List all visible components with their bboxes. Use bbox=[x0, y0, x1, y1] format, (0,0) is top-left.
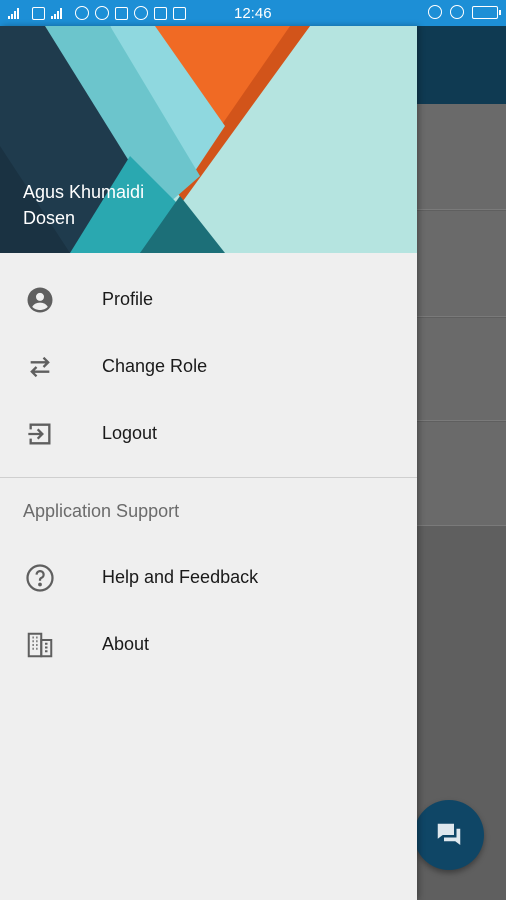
status-bar: 12:46 bbox=[0, 0, 506, 26]
menu-item-label: Help and Feedback bbox=[102, 567, 259, 587]
swap-arrows-icon bbox=[24, 351, 56, 383]
menu-item-help-feedback[interactable]: Help and Feedback bbox=[0, 544, 417, 611]
logout-icon bbox=[24, 418, 56, 450]
menu-item-label: About bbox=[102, 634, 150, 654]
menu-item-label: Profile bbox=[102, 289, 154, 309]
menu-item-about[interactable]: About bbox=[0, 611, 417, 678]
facebook-icon bbox=[154, 6, 167, 20]
status-icons-right bbox=[428, 5, 501, 19]
navigation-drawer: Agus Khumaidi Dosen Profile Change Role bbox=[0, 26, 417, 900]
menu-item-profile[interactable]: Profile bbox=[0, 266, 417, 333]
alarm-icon bbox=[450, 5, 464, 19]
drawer-header: Agus Khumaidi Dosen bbox=[0, 26, 417, 253]
signal-icon-2 bbox=[51, 7, 69, 19]
battery-icon bbox=[472, 5, 501, 19]
chat-icon bbox=[437, 823, 461, 845]
menu-item-logout[interactable]: Logout bbox=[0, 400, 417, 467]
status-time: 12:46 bbox=[234, 5, 272, 22]
status-icons-left bbox=[8, 6, 186, 20]
whatsapp-icon bbox=[134, 6, 148, 20]
user-name: Agus Khumaidi bbox=[23, 182, 145, 202]
line-icon bbox=[95, 6, 109, 20]
menu-item-label: Change Role bbox=[102, 356, 208, 376]
message-icon bbox=[173, 6, 186, 20]
app-notification-icon bbox=[32, 6, 45, 20]
menu-item-change-role[interactable]: Change Role bbox=[0, 333, 417, 400]
user-role: Dosen bbox=[23, 208, 76, 228]
wifi-icon bbox=[75, 6, 89, 20]
instagram-icon bbox=[115, 6, 128, 20]
help-circle-icon bbox=[24, 562, 56, 594]
chat-fab-button[interactable] bbox=[414, 800, 484, 870]
building-icon bbox=[24, 629, 56, 661]
account-circle-icon bbox=[24, 284, 56, 316]
silent-icon bbox=[428, 5, 442, 19]
menu-item-label: Logout bbox=[102, 423, 158, 443]
signal-icon bbox=[8, 7, 26, 19]
section-title-application-support: Application Support bbox=[23, 500, 180, 521]
